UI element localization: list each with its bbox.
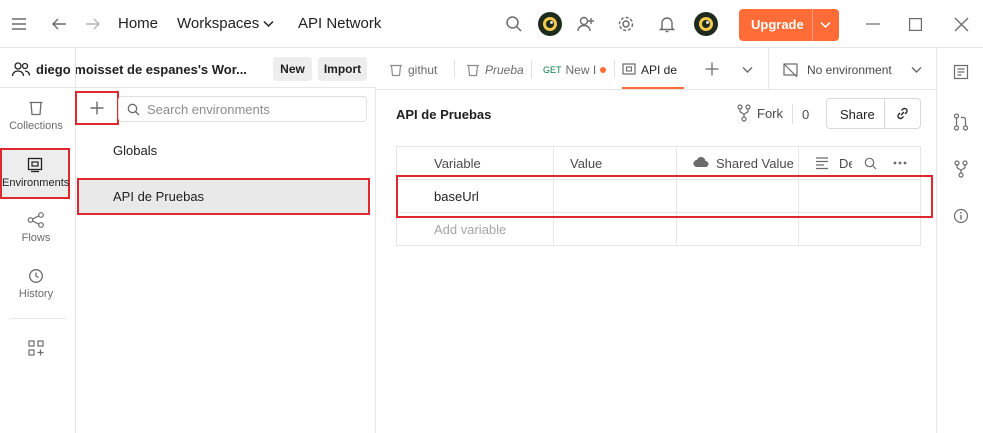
search-icon[interactable] (864, 157, 877, 170)
gear-icon[interactable] (617, 15, 635, 33)
rail-item-label: Flows (21, 232, 51, 244)
chevron-down-icon[interactable] (911, 66, 922, 74)
workspaces-menu[interactable]: Workspaces (177, 15, 259, 32)
hamburger-icon[interactable] (10, 16, 28, 32)
tab-separator (531, 60, 532, 78)
collections-icon (1, 100, 71, 116)
new-button[interactable]: New (273, 57, 312, 81)
minimize-icon[interactable] (866, 23, 880, 25)
environments-icon (2, 157, 68, 173)
env-selector-divider (768, 48, 769, 90)
environment-selector[interactable]: No environment (783, 60, 931, 80)
fork-icon (737, 104, 751, 122)
rail-divider (10, 318, 66, 319)
avatar[interactable] (538, 12, 562, 36)
cloud-icon (693, 156, 709, 168)
chevron-down-icon[interactable] (742, 66, 753, 74)
column-header-shared-value: Shared Value (716, 156, 794, 171)
fork-button[interactable]: Fork (737, 104, 783, 122)
rail-item-collections[interactable]: Collections (1, 100, 71, 132)
env-item-label: Globals (113, 143, 158, 158)
add-variable-input[interactable]: Add variable (434, 222, 506, 237)
tab-label: Prueba (485, 63, 524, 77)
top-bar: Home Workspaces API Network Upgrade (0, 0, 983, 48)
chevron-down-icon[interactable] (820, 21, 831, 29)
import-button[interactable]: Import (318, 57, 367, 81)
rail-item-label: History (18, 288, 54, 300)
more-options-icon[interactable] (893, 161, 907, 165)
rail-item-history[interactable]: History (1, 268, 71, 300)
env-item-globals[interactable]: Globals (79, 134, 370, 168)
collection-icon (389, 64, 403, 77)
rail-item-label: Collections (9, 120, 63, 132)
env-item-label: API de Pruebas (113, 189, 205, 204)
link-icon[interactable] (895, 106, 910, 121)
tab-new-request[interactable]: GET New I (543, 55, 611, 85)
method-badge: GET (543, 65, 562, 75)
right-rail (936, 48, 983, 433)
column-header-description: De (839, 156, 852, 171)
fork-icon[interactable] (954, 160, 968, 178)
unsaved-dot (600, 67, 607, 73)
upgrade-divider (812, 9, 813, 41)
fork-label: Fork (757, 105, 783, 121)
invite-user-icon[interactable] (577, 15, 595, 33)
tab-separator (614, 60, 615, 78)
share-group: Share (826, 98, 921, 129)
share-button[interactable]: Share (840, 107, 875, 122)
create-environment-button[interactable] (75, 91, 119, 125)
history-icon (1, 268, 71, 284)
fork-divider (792, 104, 793, 124)
tab-githut[interactable]: githut (389, 55, 447, 85)
column-header-value: Value (570, 156, 603, 171)
close-icon[interactable] (954, 17, 969, 32)
rail-item-flows[interactable]: Flows (1, 212, 71, 244)
search-icon[interactable] (505, 15, 523, 33)
chevron-down-icon[interactable] (263, 20, 274, 28)
add-apps-icon[interactable] (28, 340, 44, 356)
rail-item-label: Environments (2, 177, 70, 189)
column-header-variable: Variable (434, 156, 481, 171)
search-icon (127, 103, 140, 116)
flows-icon (1, 212, 71, 228)
active-tab-indicator (622, 87, 684, 89)
tab-separator (454, 60, 455, 78)
upgrade-button[interactable]: Upgrade (739, 9, 839, 41)
tab-label: githut (408, 63, 438, 77)
tab-label: API de (641, 63, 678, 77)
forward-arrow-icon[interactable] (84, 16, 102, 32)
environment-icon (622, 63, 636, 77)
bell-icon[interactable] (658, 15, 676, 33)
fork-count: 0 (802, 107, 810, 122)
environment-selector-label: No environment (807, 63, 892, 77)
add-tab-icon[interactable] (705, 62, 719, 76)
avatar[interactable] (694, 12, 718, 36)
search-box[interactable] (118, 96, 367, 122)
tab-api-de-pruebas[interactable]: API de (622, 55, 684, 85)
info-icon[interactable] (953, 208, 969, 224)
plus-icon (90, 101, 104, 115)
new-button-label: New (280, 62, 305, 76)
tab-prueba[interactable]: Prueba (466, 55, 524, 85)
description-icon (815, 156, 829, 170)
variable-cell[interactable]: baseUrl (434, 189, 479, 204)
import-button-label: Import (323, 62, 362, 76)
no-environment-icon (783, 62, 798, 78)
maximize-icon[interactable] (909, 18, 922, 31)
upgrade-label: Upgrade (751, 17, 804, 32)
home-link[interactable]: Home (118, 15, 158, 32)
collection-icon (466, 64, 480, 77)
table-border (396, 146, 921, 147)
api-network-link[interactable]: API Network (298, 15, 381, 32)
back-arrow-icon[interactable] (50, 16, 68, 32)
table-border (396, 245, 921, 246)
environment-title[interactable]: API de Pruebas (396, 107, 491, 122)
env-item-api-de-pruebas[interactable]: API de Pruebas (77, 178, 370, 215)
rail-item-environments[interactable]: Environments (0, 148, 70, 199)
pull-request-icon[interactable] (953, 113, 969, 131)
share-divider (884, 99, 885, 128)
search-input[interactable] (147, 101, 357, 117)
documentation-icon[interactable] (953, 64, 969, 80)
tab-label: New I (565, 63, 597, 77)
